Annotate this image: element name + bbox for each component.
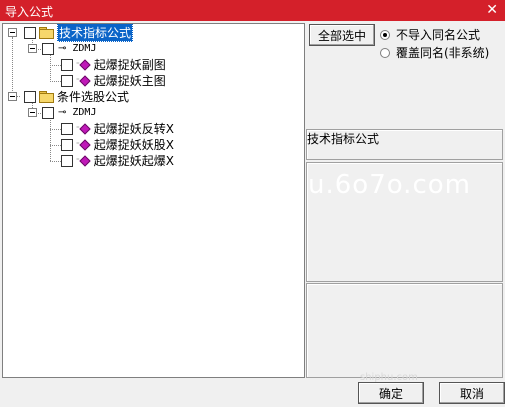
tree-line	[50, 81, 61, 82]
tree-leaf-label[interactable]: 起爆捉妖副图	[94, 56, 166, 73]
tree-leaf[interactable]: ⁼ 起爆捉妖反转X	[61, 121, 174, 136]
tree-leaf[interactable]: ⁼ 起爆捉妖主图	[61, 73, 166, 88]
tree-node-label[interactable]: 条件选股公式	[57, 88, 129, 105]
tree-line	[50, 54, 51, 82]
formula-gem-icon	[79, 154, 91, 167]
checkbox[interactable]	[61, 122, 73, 135]
folder-icon	[39, 91, 54, 103]
checkbox[interactable]	[61, 58, 73, 71]
preview-panel	[306, 283, 503, 378]
checkbox[interactable]	[42, 42, 54, 55]
tree-node-technical[interactable]: 技术指标公式	[8, 24, 134, 42]
radio-label: 覆盖同名(非系统)	[396, 46, 490, 60]
radio-skip-duplicates[interactable]: 不导入同名公式	[380, 26, 480, 43]
checkbox[interactable]	[61, 154, 73, 167]
tree-line	[50, 161, 61, 162]
ok-button[interactable]: 确定	[358, 382, 424, 404]
checkbox[interactable]	[61, 138, 73, 151]
collapse-icon[interactable]	[28, 108, 37, 117]
radio-dot[interactable]	[380, 29, 390, 40]
tree-node-label[interactable]: ZDMJ	[72, 43, 96, 54]
tree-leaf[interactable]: ⁼ 起爆捉妖副图	[61, 57, 166, 72]
collapse-icon[interactable]	[8, 28, 17, 37]
tree-node-condition[interactable]: 条件选股公式	[8, 89, 129, 104]
window-title: 导入公式	[5, 5, 54, 19]
radio-dot[interactable]	[380, 47, 390, 58]
tree-node-label[interactable]: 技术指标公式	[57, 24, 134, 42]
tree-leaf-label[interactable]: 起爆捉妖反转X	[94, 120, 174, 137]
checkbox[interactable]	[61, 74, 73, 87]
formula-tree[interactable]: 技术指标公式 ⊸ ZDMJ ⁼ 起爆捉妖副图 ⁼ 起爆捉妖主图 条件选股公式	[2, 23, 305, 378]
radio-overwrite[interactable]: 覆盖同名(非系统)	[380, 44, 489, 61]
formula-gem-icon	[79, 58, 91, 71]
tree-leaf-label[interactable]: 起爆捉妖妖股X	[94, 136, 174, 153]
info-label: 技术指标公式	[307, 132, 380, 146]
tree-line	[50, 118, 51, 161]
tree-line	[50, 145, 61, 146]
radio-label: 不导入同名公式	[396, 28, 481, 42]
tree-line	[12, 37, 13, 97]
tree-node-group[interactable]: ⊸ ZDMJ	[28, 105, 96, 120]
tree-node-label[interactable]: ZDMJ	[72, 107, 96, 118]
key-icon: ⊸	[58, 42, 67, 54]
tree-line	[50, 129, 61, 130]
formula-gem-icon	[79, 74, 91, 87]
tree-leaf[interactable]: ⁼ 起爆捉妖妖股X	[61, 137, 174, 152]
folder-icon	[39, 27, 54, 39]
checkbox[interactable]	[42, 106, 54, 119]
collapse-icon[interactable]	[8, 92, 17, 101]
checkbox[interactable]	[24, 26, 36, 39]
close-icon[interactable]: ✕	[486, 2, 498, 18]
formula-gem-icon	[79, 138, 91, 151]
watermark-text: u.6o7o.com	[308, 170, 471, 200]
select-all-button[interactable]: 全部选中	[309, 24, 375, 46]
key-icon: ⊸	[58, 106, 67, 118]
formula-gem-icon	[79, 122, 91, 135]
collapse-icon[interactable]	[28, 44, 37, 53]
title-bar: 导入公式 ✕	[0, 0, 505, 21]
cancel-button[interactable]: 取消	[439, 382, 505, 404]
tree-leaf[interactable]: ⁼ 起爆捉妖起爆X	[61, 153, 174, 168]
tree-node-group[interactable]: ⊸ ZDMJ	[28, 41, 96, 56]
checkbox[interactable]	[24, 90, 36, 103]
tree-leaf-label[interactable]: 起爆捉妖主图	[94, 72, 166, 89]
tree-leaf-label[interactable]: 起爆捉妖起爆X	[94, 152, 174, 169]
tree-line	[50, 65, 61, 66]
